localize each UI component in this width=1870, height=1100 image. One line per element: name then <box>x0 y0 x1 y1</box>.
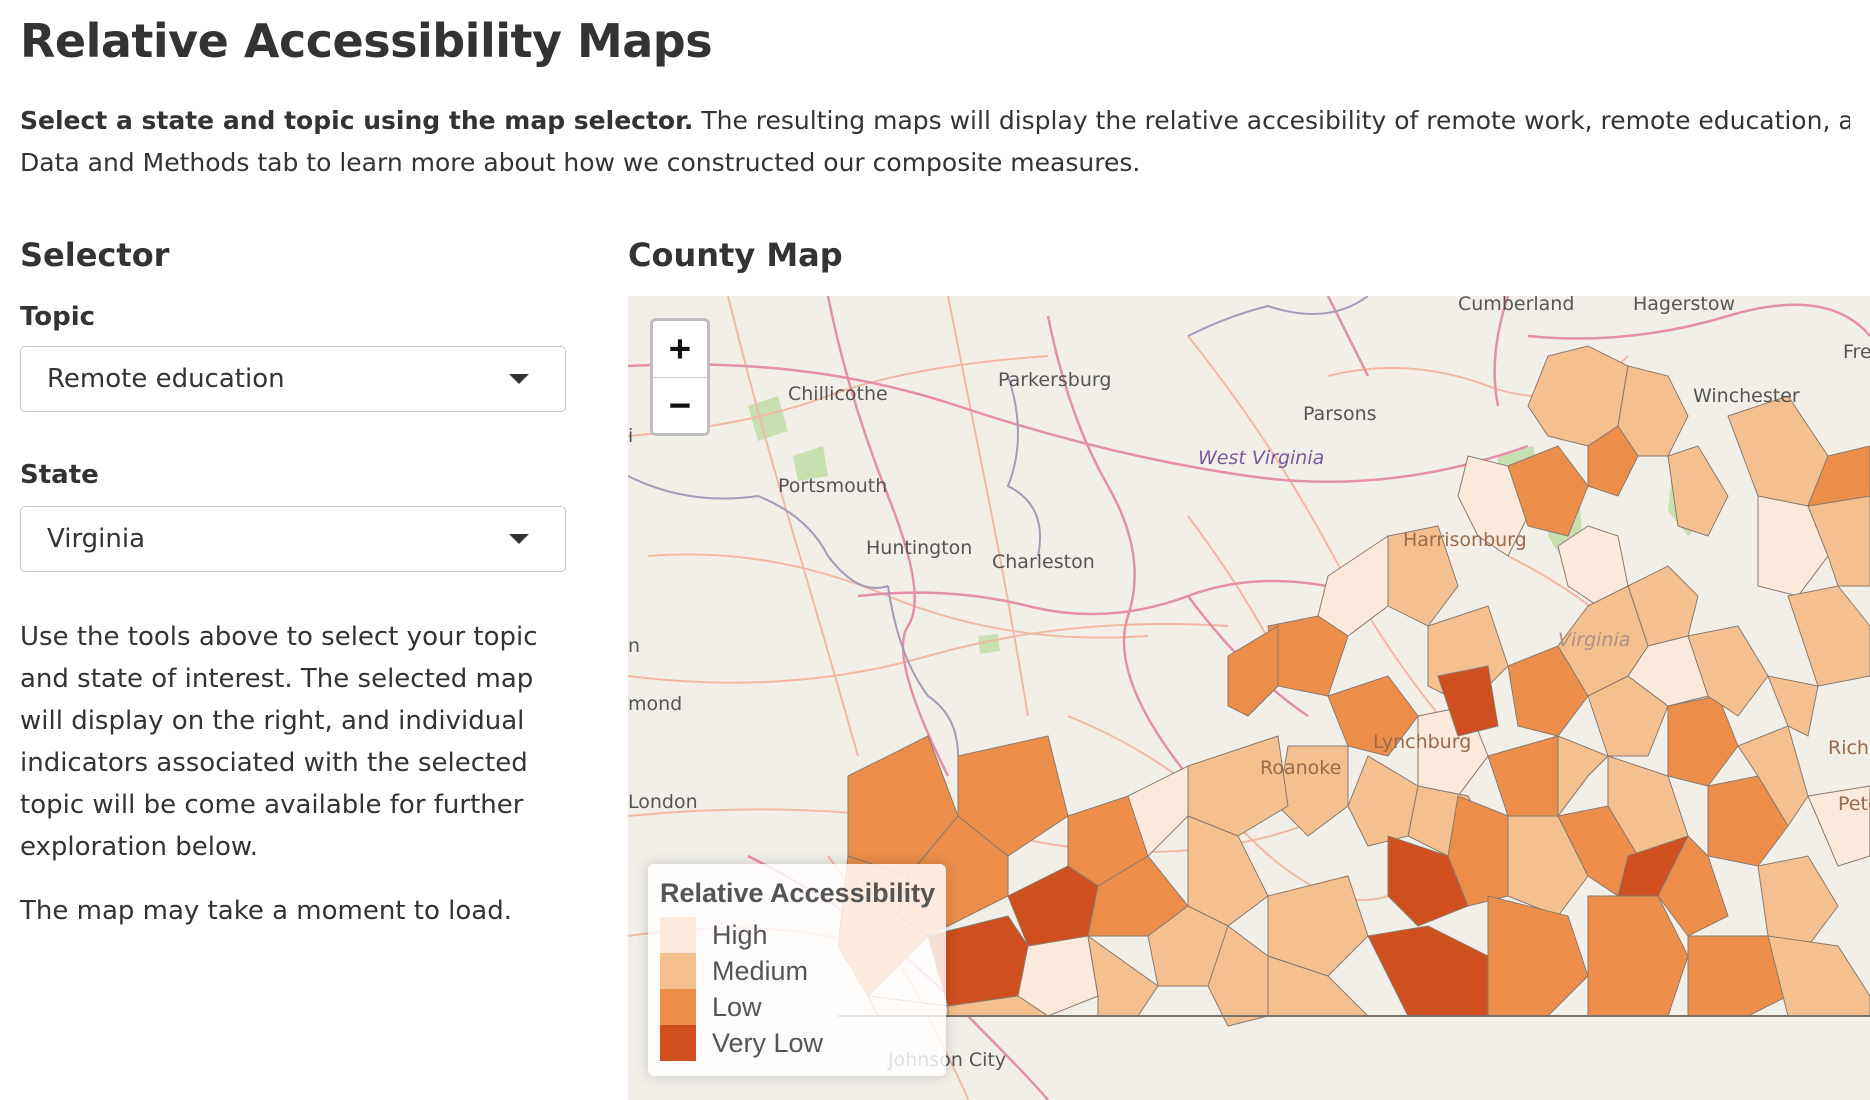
map-legend: Relative Accessibility High Medium Low V… <box>648 864 946 1076</box>
county-map[interactable]: Cumberland Hagerstow Fre Chillicothe Par… <box>628 296 1870 1100</box>
place-label-lynchburg: Lynchburg <box>1373 731 1471 753</box>
legend-label-medium: Medium <box>712 955 809 986</box>
legend-title: Relative Accessibility <box>660 878 936 908</box>
place-label-petersburg: Pete <box>1838 793 1870 815</box>
zoom-control: + − <box>650 318 710 436</box>
place-label-roanoke: Roanoke <box>1260 757 1341 779</box>
place-label-winchester: Winchester <box>1693 385 1800 407</box>
place-label-virginia: Virginia <box>1558 629 1630 651</box>
place-label-chillicothe: Chillicothe <box>788 383 888 405</box>
legend-item: High <box>660 917 934 953</box>
intro-rest: The resulting maps will display the rela… <box>693 106 1850 135</box>
place-label-london: London <box>628 791 698 813</box>
zoom-in-button[interactable]: + <box>653 321 707 378</box>
legend-swatch-very-low <box>660 1025 696 1061</box>
place-label-i: i <box>628 425 633 447</box>
place-label-parkersburg: Parkersburg <box>998 369 1111 391</box>
place-label-hagerstown: Hagerstow <box>1633 296 1735 315</box>
zoom-out-button[interactable]: − <box>653 378 707 433</box>
page-title: Relative Accessibility Maps <box>20 14 713 68</box>
intro-text: Select a state and topic using the map s… <box>20 100 1850 184</box>
intro-line-2: Data and Methods tab to learn more about… <box>20 148 1141 177</box>
selector-help-text: Use the tools above to select your topic… <box>20 622 538 862</box>
legend-label-very-low: Very Low <box>712 1027 824 1058</box>
place-label-west-virginia: West Virginia <box>1198 447 1324 469</box>
place-label-mond: mond <box>628 693 682 715</box>
topic-select-value: Remote education <box>47 364 285 394</box>
chevron-down-icon <box>509 374 529 384</box>
place-label-frederick: Fre <box>1843 341 1870 363</box>
place-label-huntington: Huntington <box>866 537 972 559</box>
legend-swatch-low <box>660 989 696 1025</box>
place-label-parsons: Parsons <box>1303 403 1377 425</box>
selector-heading: Selector <box>20 236 170 274</box>
legend-item: Very Low <box>660 1025 934 1061</box>
legend-label-high: High <box>712 919 768 950</box>
state-label: State <box>20 460 99 490</box>
legend-label-low: Low <box>712 991 762 1022</box>
place-label-harrisonburg: Harrisonburg <box>1403 529 1527 551</box>
place-label-cumberland: Cumberland <box>1458 296 1574 315</box>
legend-item: Low <box>660 989 934 1025</box>
legend-item: Medium <box>660 953 934 989</box>
map-load-note: The map may take a moment to load. <box>20 896 512 926</box>
state-select-value: Virginia <box>47 524 146 554</box>
place-label-richmond: Rich <box>1828 737 1869 759</box>
place-label-portsmouth: Portsmouth <box>778 475 887 497</box>
legend-swatch-medium <box>660 953 696 989</box>
topic-select[interactable]: Remote education <box>20 346 566 412</box>
chevron-down-icon <box>509 534 529 544</box>
county-map-heading: County Map <box>628 236 843 274</box>
topic-label: Topic <box>20 302 96 332</box>
intro-bold: Select a state and topic using the map s… <box>20 106 694 135</box>
state-select[interactable]: Virginia <box>20 506 566 572</box>
place-label-charleston: Charleston <box>992 551 1095 573</box>
legend-swatch-high <box>660 917 696 953</box>
place-label-n: n <box>628 635 640 657</box>
